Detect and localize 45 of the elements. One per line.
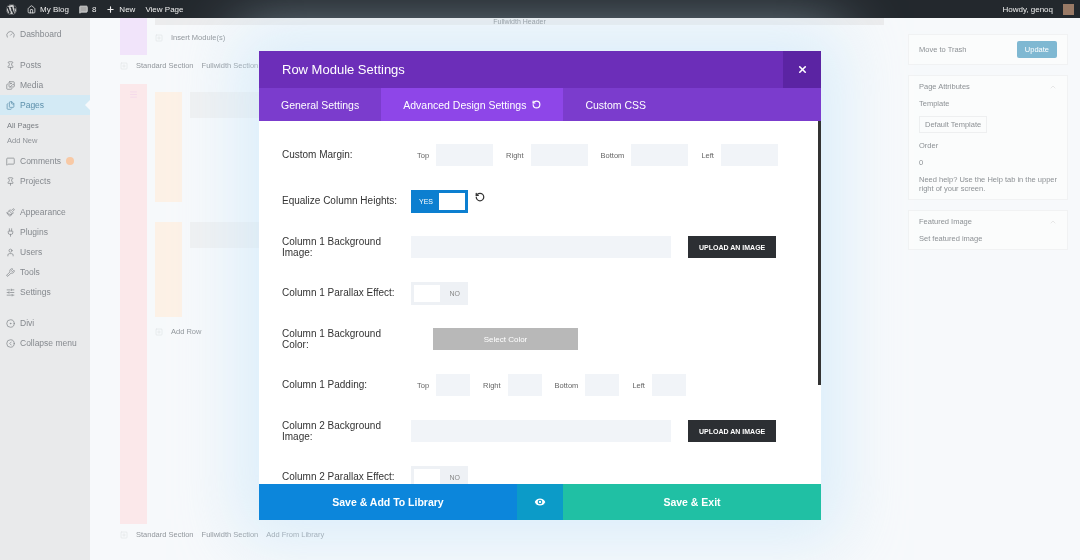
scrollbar[interactable]: [818, 121, 821, 385]
comments-link[interactable]: 8: [78, 4, 97, 14]
new-link[interactable]: New: [106, 4, 136, 14]
site-link[interactable]: My Blog: [27, 4, 69, 14]
menu-item[interactable]: Tools: [0, 262, 90, 282]
modal-title: Row Module Settings: [281, 62, 406, 77]
menu-item[interactable]: Appearance: [0, 202, 90, 222]
save-to-library-button[interactable]: Save & Add To Library: [259, 484, 517, 520]
menu-item[interactable]: Media: [0, 75, 90, 95]
tab[interactable]: Advanced Design Settings: [381, 88, 564, 121]
avatar[interactable]: [1063, 3, 1074, 15]
menu-item[interactable]: Plugins: [0, 222, 90, 242]
view-page-link[interactable]: View Page: [145, 4, 184, 14]
setting-label: Column 1 Padding:: [282, 379, 369, 391]
close-button[interactable]: [783, 51, 821, 88]
save-exit-button[interactable]: Save & Exit: [563, 484, 821, 520]
setting-label: Equalize Column Heights:: [282, 195, 399, 207]
menu-item[interactable]: Divi: [0, 313, 90, 333]
setting-label: Custom Margin:: [282, 149, 354, 161]
section-handle: [120, 18, 147, 55]
setting-label: Column 2 Parallax Effect:: [282, 471, 396, 483]
menu-item[interactable]: Dashboard: [0, 24, 90, 44]
greeting-text: Howdy, genoq: [1002, 4, 1053, 14]
eye-icon: [533, 495, 547, 509]
logo-icon[interactable]: [6, 3, 17, 15]
speech-bubble-icon: [78, 4, 88, 14]
setting-label: Column 1 Background Image:: [282, 235, 382, 259]
menu-item[interactable]: Collapse menu: [0, 333, 90, 353]
close-icon: [796, 64, 808, 75]
tab[interactable]: General Settings: [259, 88, 382, 121]
menu-item[interactable]: Settings: [0, 282, 90, 302]
color-button[interactable]: Select Color: [433, 328, 578, 350]
setting-label: Column 1 Parallax Effect:: [282, 287, 396, 299]
plus-icon: [106, 4, 116, 14]
menu-item[interactable]: Comments: [0, 151, 90, 171]
menu-item[interactable]: Projects: [0, 171, 90, 191]
preview-button[interactable]: [517, 484, 563, 520]
menu-item[interactable]: Posts: [0, 55, 90, 75]
home-icon: [27, 4, 36, 14]
setting-label: Column 1 Background Color:: [282, 327, 382, 351]
menu-item[interactable]: Users: [0, 242, 90, 262]
menu-item[interactable]: Pages: [0, 95, 90, 115]
reset-icon[interactable]: [475, 192, 485, 202]
setting-label: Column 2 Background Image:: [282, 419, 382, 443]
tab[interactable]: Custom CSS: [563, 88, 669, 121]
